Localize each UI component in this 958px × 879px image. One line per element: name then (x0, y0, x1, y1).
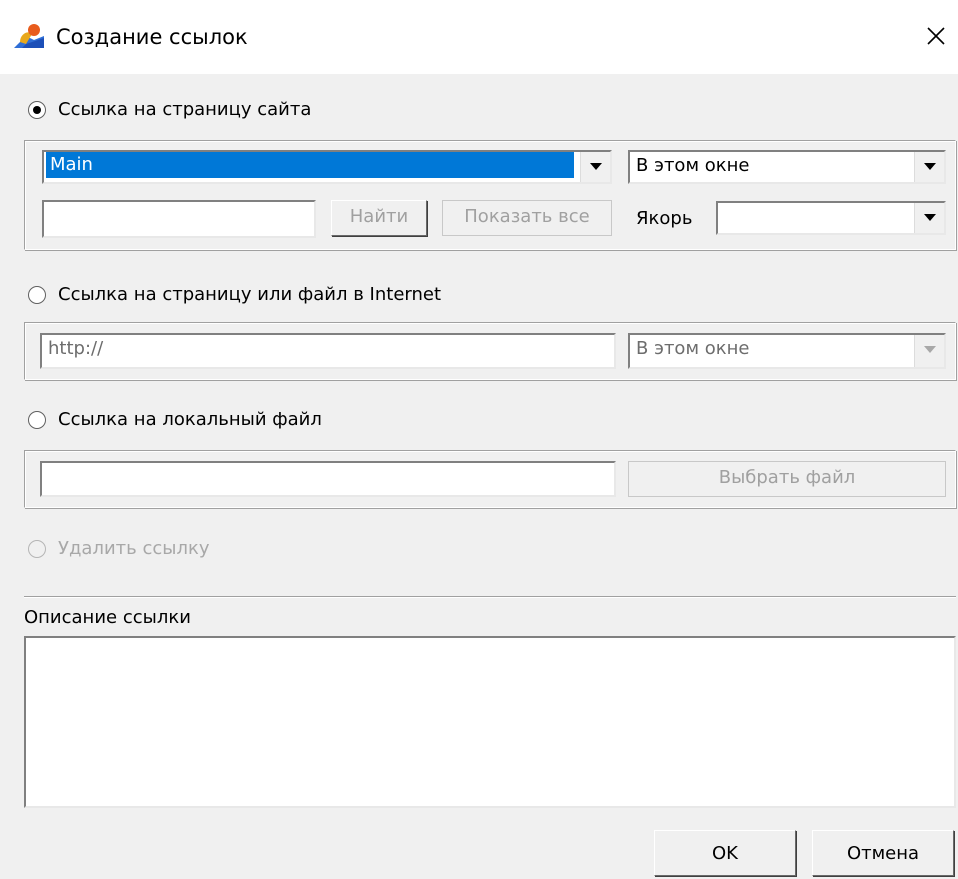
ok-button[interactable]: OK (654, 830, 796, 876)
internet-target-select-value: В этом окне (636, 338, 750, 359)
anchor-label: Якорь (636, 208, 693, 229)
cancel-button[interactable]: Отмена (812, 830, 954, 876)
page-select-dropdown-icon[interactable] (580, 152, 610, 182)
find-button[interactable]: Найти (331, 200, 427, 236)
close-icon[interactable] (918, 18, 954, 54)
window-title: Создание ссылок (56, 25, 248, 49)
separator (24, 596, 956, 598)
radio-local-file-link-label: Ссылка на локальный файл (58, 409, 322, 430)
radio-internet-link[interactable]: Ссылка на страницу или файл в Internet (28, 280, 441, 310)
show-all-button[interactable]: Показать все (442, 200, 612, 236)
site-target-dropdown-icon[interactable] (914, 152, 944, 182)
radio-remove-link[interactable]: Удалить ссылку (28, 534, 210, 564)
radio-site-link[interactable]: Ссылка на страницу сайта (28, 95, 311, 125)
site-target-select[interactable]: В этом окне (628, 150, 946, 184)
url-input[interactable]: http:// (40, 333, 616, 369)
radio-site-link-indicator[interactable] (28, 101, 46, 119)
radio-local-file-link-indicator[interactable] (28, 411, 46, 429)
title-bar: Создание ссылок (0, 0, 958, 74)
radio-internet-link-label: Ссылка на страницу или файл в Internet (58, 284, 442, 305)
radio-remove-link-indicator[interactable] (28, 540, 46, 558)
radio-internet-link-indicator[interactable] (28, 286, 46, 304)
page-select-value: Main (46, 152, 574, 178)
create-links-dialog: Создание ссылок Ссылка на страницу сайта… (0, 0, 958, 879)
choose-file-button[interactable]: Выбрать файл (628, 461, 946, 497)
internet-target-dropdown-icon[interactable] (914, 335, 944, 367)
description-label: Описание ссылки (24, 607, 191, 628)
radio-remove-link-label: Удалить ссылку (58, 538, 210, 559)
radio-local-file-link[interactable]: Ссылка на локальный файл (28, 405, 322, 435)
page-search-input[interactable] (42, 200, 316, 238)
site-target-select-value: В этом окне (636, 155, 750, 176)
app-logo-icon (14, 24, 44, 48)
page-select[interactable]: Main (42, 150, 612, 184)
anchor-dropdown-icon[interactable] (914, 203, 944, 233)
anchor-select[interactable] (716, 201, 946, 235)
description-textarea[interactable] (24, 636, 956, 808)
radio-site-link-label: Ссылка на страницу сайта (58, 99, 312, 120)
local-file-path-input[interactable] (40, 461, 616, 497)
internet-target-select[interactable]: В этом окне (628, 333, 946, 369)
